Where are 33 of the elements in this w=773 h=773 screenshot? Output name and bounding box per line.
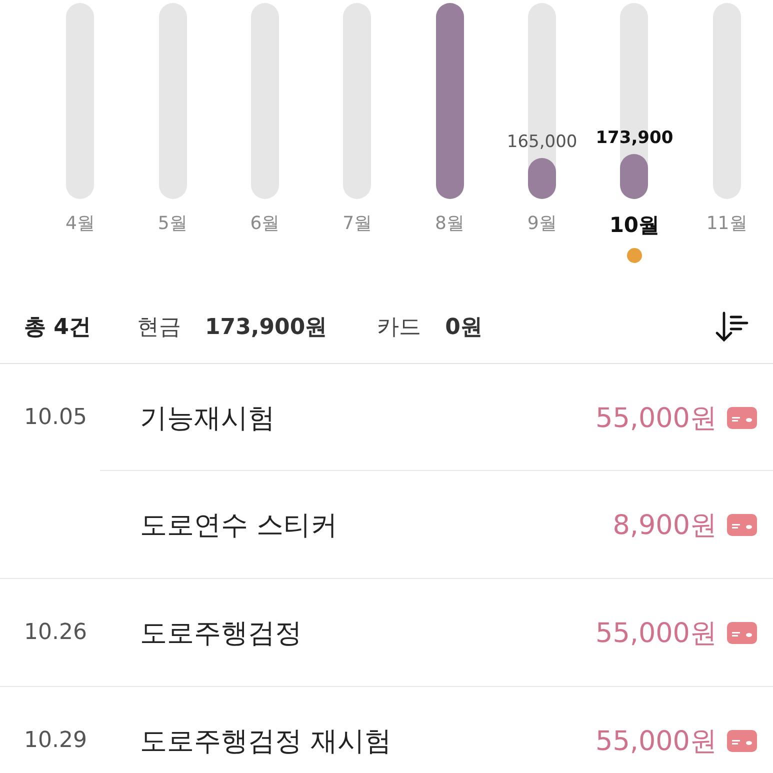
bar-value: 173,900 [596,128,674,148]
total-count: 총 4건 [24,314,91,342]
month-tab[interactable]: 8월 [434,211,464,235]
transaction-amount: 55,000원 [596,724,717,758]
transaction-title: 기능재시험 [140,402,275,436]
transaction-title: 도로연수 스티커 [140,508,338,542]
card-label: 카드 [377,314,422,342]
card-icon [727,730,757,752]
cash-amount: 173,900원 [204,314,328,342]
transaction-title: 도로주행검정 [140,616,302,650]
month-tab[interactable]: 9월 [527,211,557,235]
card-amount: 0원 [445,314,482,342]
transaction-amount: 8,900원 [612,508,717,542]
month-tab[interactable]: 11월 [706,211,748,235]
selected-dot [626,248,642,263]
sort-button[interactable] [715,311,749,343]
transaction-date: 10.26 [24,620,88,645]
card-icon [727,514,757,536]
card-icon [727,406,757,428]
transaction-amount: 55,000원 [596,402,717,436]
bar-value: 165,000 [506,132,578,152]
transaction-date: 10.29 [24,728,88,753]
month-tab[interactable]: 10월 [609,211,660,239]
card-icon [727,622,757,644]
month-tab[interactable]: 4월 [65,211,95,235]
month-tab[interactable]: 7월 [342,211,372,235]
month-tab[interactable]: 5월 [158,211,188,235]
month-tab[interactable]: 6월 [250,211,280,235]
transaction-title: 도로주행검정 재시험 [140,724,392,758]
sort-icon [715,311,749,343]
cash-label: 현금 [136,314,181,342]
transaction-date: 10.05 [24,405,88,430]
transaction-amount: 55,000원 [596,616,717,650]
